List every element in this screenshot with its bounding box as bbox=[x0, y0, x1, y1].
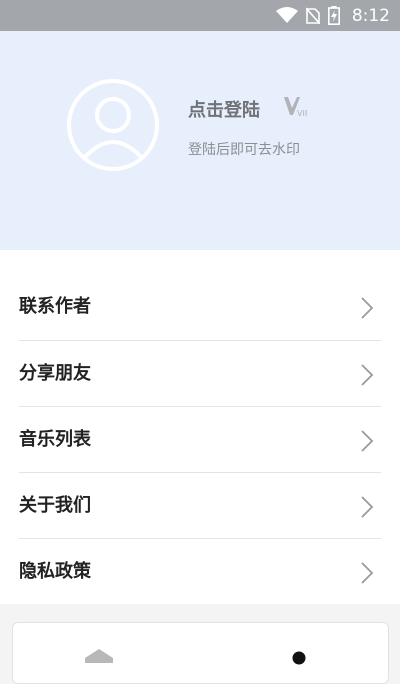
chevron-right-icon bbox=[361, 430, 374, 452]
chevron-right-icon bbox=[361, 562, 374, 584]
no-sim-icon bbox=[305, 7, 320, 24]
menu-item-label: 关于我们 bbox=[19, 495, 91, 516]
menu-item-label: 隐私政策 bbox=[19, 561, 91, 582]
menu-item-share-friends[interactable]: 分享朋友 bbox=[0, 341, 400, 407]
menu-item-privacy-policy[interactable]: 隐私政策 bbox=[0, 539, 400, 605]
menu-item-contact-author[interactable]: 联系作者 bbox=[0, 274, 400, 340]
login-subtitle: 登陆后即可去水印 bbox=[188, 142, 300, 158]
battery-charging-icon bbox=[327, 6, 340, 25]
menu-item-label: 音乐列表 bbox=[19, 429, 91, 450]
login-title[interactable]: 点击登陆 bbox=[188, 96, 260, 122]
vip-badge-text: VIP bbox=[297, 109, 307, 118]
menu-list: 联系作者 分享朋友 音乐列表 关于我们 隐私政策 bbox=[0, 250, 400, 604]
menu-item-label: 分享朋友 bbox=[19, 363, 91, 384]
wifi-icon bbox=[275, 7, 298, 23]
vip-badge: VIP bbox=[284, 97, 307, 118]
chevron-right-icon bbox=[361, 364, 374, 386]
chevron-right-icon bbox=[361, 496, 374, 518]
bottom-card bbox=[12, 622, 389, 684]
user-avatar-icon[interactable] bbox=[67, 79, 159, 171]
profile-header[interactable]: 点击登陆 VIP 登陆后即可去水印 bbox=[0, 31, 400, 250]
chevron-right-icon bbox=[361, 297, 374, 319]
status-bar: 8:12 bbox=[0, 0, 400, 31]
status-time: 8:12 bbox=[351, 5, 390, 26]
profile-icon[interactable] bbox=[292, 651, 306, 665]
status-icons: 8:12 bbox=[275, 0, 390, 31]
menu-item-label: 联系作者 bbox=[19, 296, 91, 317]
menu-item-about-us[interactable]: 关于我们 bbox=[0, 473, 400, 539]
menu-item-music-list[interactable]: 音乐列表 bbox=[0, 407, 400, 473]
